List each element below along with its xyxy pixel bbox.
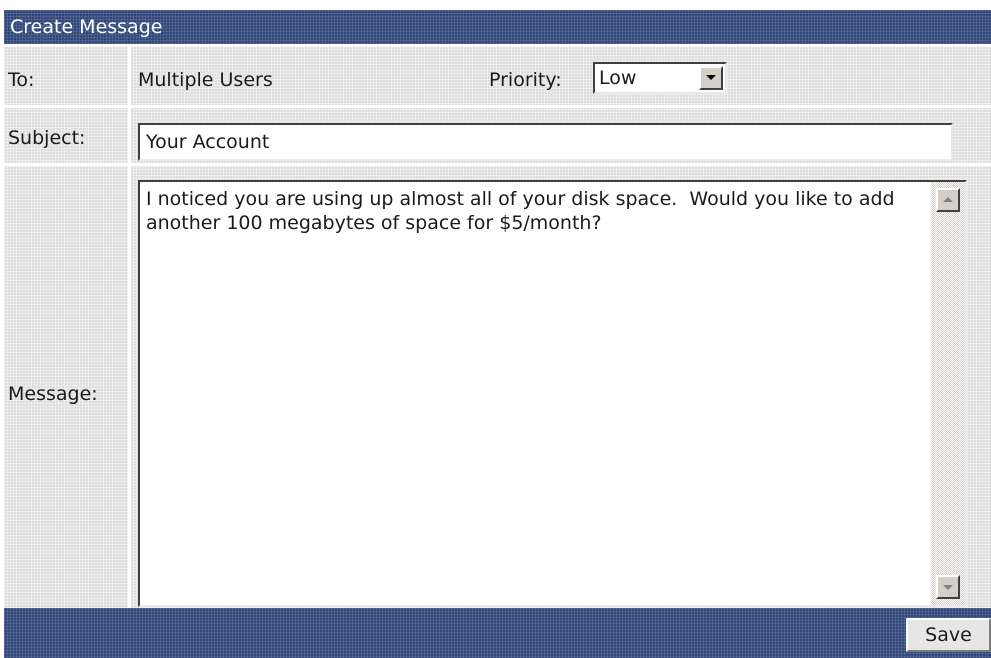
divider bbox=[4, 163, 991, 166]
dialog-footer-bar bbox=[4, 608, 991, 658]
arrow-down-icon[interactable] bbox=[936, 575, 960, 599]
message-body: I noticed you are using up almost all of… bbox=[146, 188, 901, 234]
create-message-dialog: Create Message To: Multiple Users Priori… bbox=[4, 10, 991, 658]
chevron-down-icon[interactable] bbox=[699, 66, 723, 90]
priority-label: Priority: bbox=[489, 69, 562, 91]
priority-selected-value: Low bbox=[599, 67, 637, 89]
recipients-value: Multiple Users bbox=[138, 69, 273, 91]
priority-select[interactable]: Low bbox=[593, 62, 727, 94]
message-scrollbar[interactable] bbox=[931, 182, 965, 605]
dialog-title: Create Message bbox=[10, 16, 163, 38]
subject-input[interactable]: Your Account bbox=[138, 123, 953, 161]
save-button[interactable]: Save bbox=[906, 618, 991, 652]
divider bbox=[4, 44, 991, 47]
divider bbox=[4, 105, 991, 108]
message-textarea[interactable]: I noticed you are using up almost all of… bbox=[138, 180, 967, 607]
to-label: To: bbox=[8, 69, 35, 91]
subject-value: Your Account bbox=[146, 131, 270, 153]
label-column-divider bbox=[128, 47, 131, 608]
message-label: Message: bbox=[8, 383, 98, 405]
arrow-up-icon[interactable] bbox=[936, 188, 960, 212]
subject-label: Subject: bbox=[8, 127, 86, 149]
dialog-title-bar: Create Message bbox=[4, 10, 991, 44]
